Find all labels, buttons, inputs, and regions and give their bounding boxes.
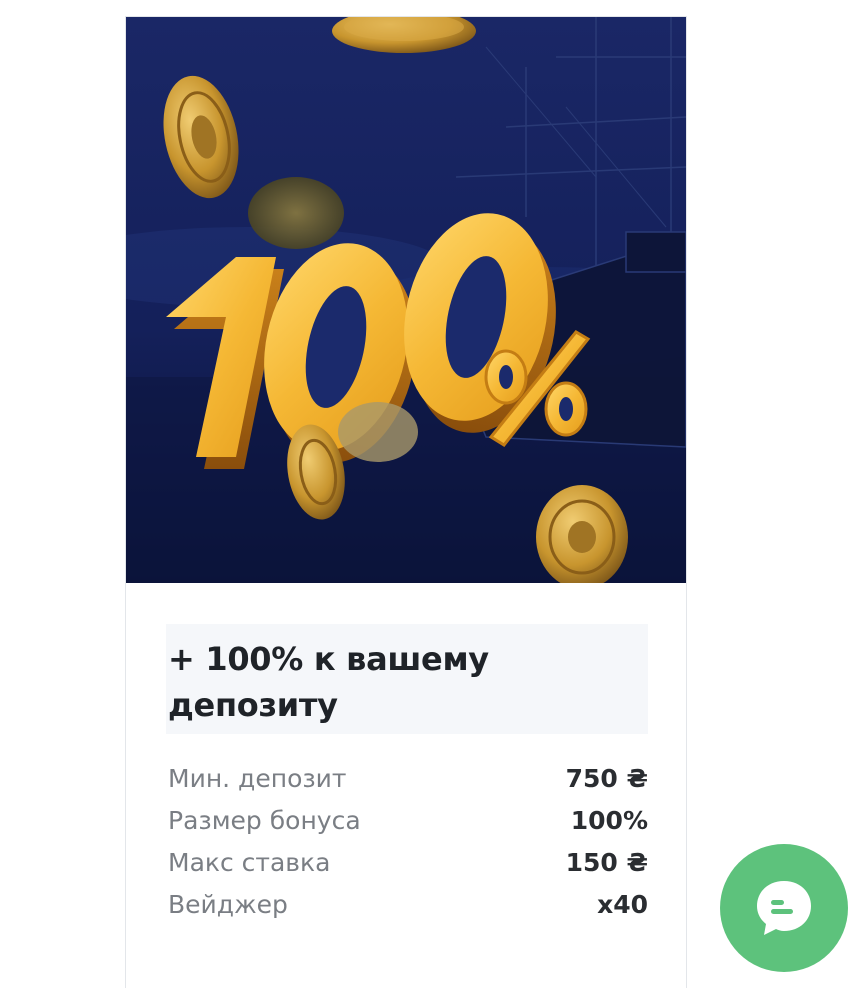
page: + 100% к вашему депозиту Мин. депозит 75… xyxy=(0,0,858,988)
detail-row-wager: Вейджер x40 xyxy=(168,883,648,925)
max-bet-value: 150 ₴ xyxy=(565,847,648,877)
min-deposit-value: 750 ₴ xyxy=(565,763,648,793)
offer-title-box: + 100% к вашему депозиту xyxy=(166,624,648,734)
bonus-size-label: Размер бонуса xyxy=(168,805,361,835)
max-bet-label: Макс ставка xyxy=(168,847,331,877)
wager-label: Вейджер xyxy=(168,889,288,919)
bonus-size-value: 100% xyxy=(570,805,648,835)
offer-details: Мин. депозит 750 ₴ Размер бонуса 100% Ма… xyxy=(168,757,648,925)
detail-row-min-deposit: Мин. депозит 750 ₴ xyxy=(168,757,648,799)
detail-row-max-bet: Макс ставка 150 ₴ xyxy=(168,841,648,883)
bonus-banner-image xyxy=(126,17,686,583)
detail-row-bonus-size: Размер бонуса 100% xyxy=(168,799,648,841)
chat-bubble-icon xyxy=(757,881,811,935)
min-deposit-label: Мин. депозит xyxy=(168,763,347,793)
bonus-card[interactable]: + 100% к вашему депозиту Мин. депозит 75… xyxy=(125,16,687,988)
offer-title: + 100% к вашему депозиту xyxy=(168,640,489,724)
wager-value: x40 xyxy=(597,889,648,919)
chat-button[interactable] xyxy=(720,844,848,972)
